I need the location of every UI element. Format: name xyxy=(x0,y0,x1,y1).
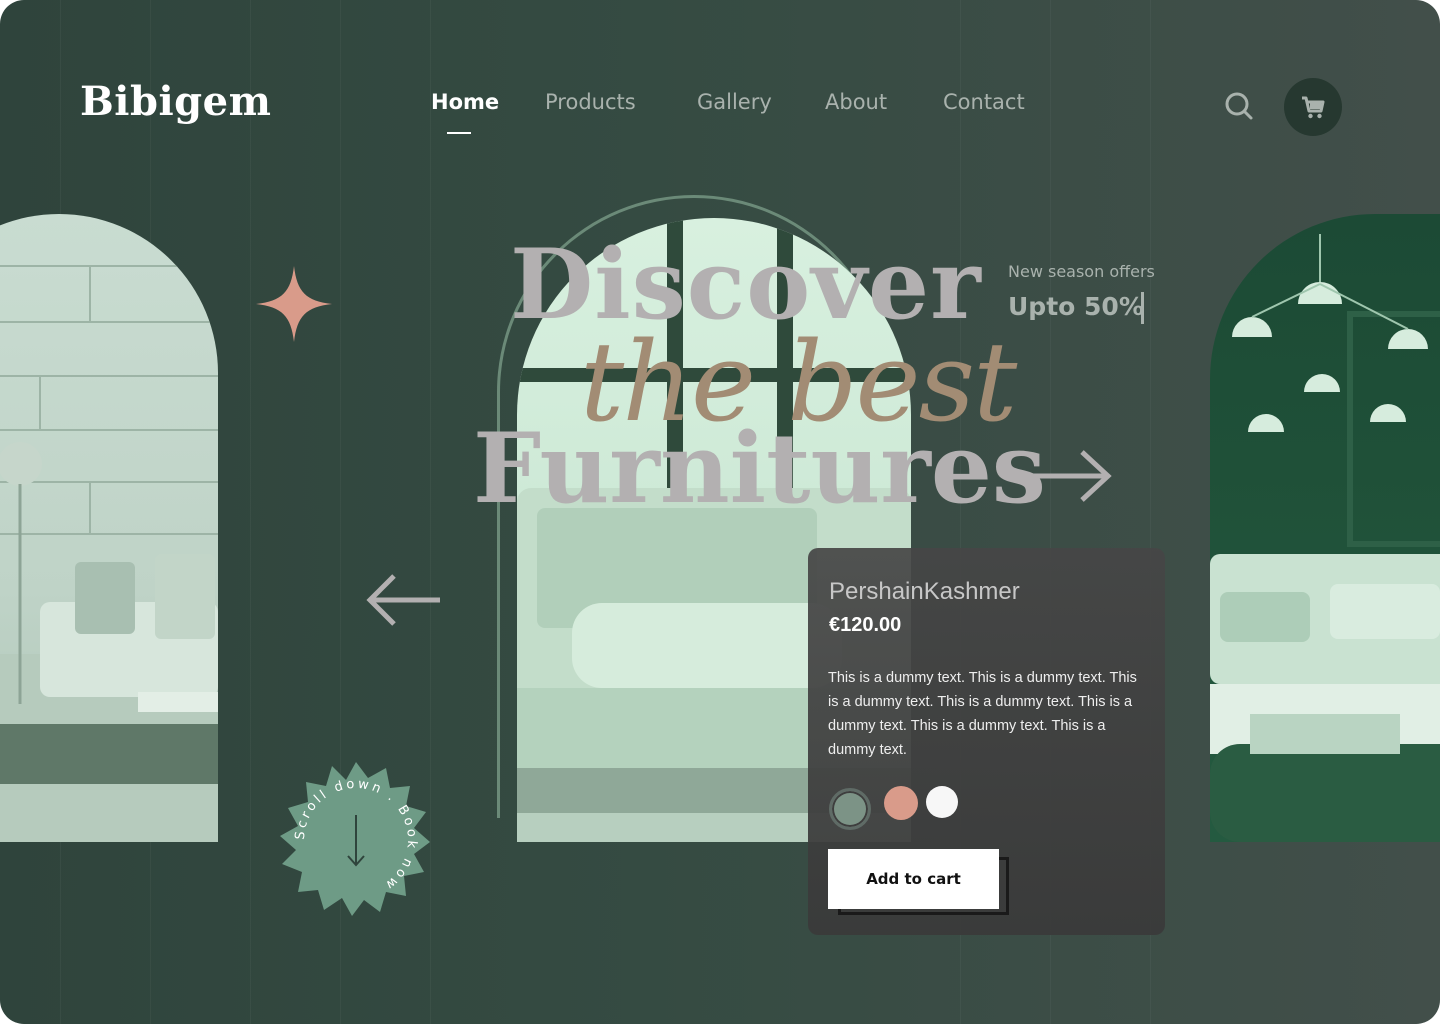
nav-item-about[interactable]: About xyxy=(825,90,887,114)
product-description: This is a dummy text. This is a dummy te… xyxy=(828,670,1137,758)
scroll-down-badge[interactable]: Scroll down . Book now xyxy=(276,760,436,920)
headline-furnitures: Furnitures xyxy=(473,412,1046,525)
wall-line xyxy=(250,0,251,1024)
lounge-image xyxy=(1210,214,1440,842)
nav-item-home[interactable]: Home xyxy=(431,90,499,114)
product-name: PershainKashmer xyxy=(829,578,1020,605)
product-card: PershainKashmer €120.00 This is a dummy … xyxy=(808,548,1165,935)
nav-item-products[interactable]: Products xyxy=(545,90,636,114)
nav-item-gallery[interactable]: Gallery xyxy=(697,90,772,114)
search-button[interactable] xyxy=(1219,86,1259,126)
offer-label: New season offers xyxy=(1008,262,1155,281)
cart-icon xyxy=(1302,96,1325,119)
color-swatch-white[interactable] xyxy=(926,786,958,818)
search-icon xyxy=(1225,92,1253,120)
add-to-cart-button[interactable]: Add to cart xyxy=(828,849,999,909)
page-frame: Bibigem Home Products Gallery About Cont… xyxy=(0,0,1440,1024)
offer-value: Upto 50% xyxy=(1008,292,1144,321)
offer-divider xyxy=(1141,292,1144,324)
color-swatch-peach[interactable] xyxy=(884,786,918,820)
cart-button[interactable] xyxy=(1284,78,1342,136)
nav-item-contact[interactable]: Contact xyxy=(943,90,1025,114)
arrow-left-icon[interactable] xyxy=(366,572,444,628)
color-swatch-sage[interactable] xyxy=(829,788,871,830)
arrow-right-icon[interactable] xyxy=(1022,448,1112,504)
nav-active-indicator xyxy=(447,132,471,134)
sparkle-icon xyxy=(256,266,332,342)
brand-logo[interactable]: Bibigem xyxy=(80,78,271,125)
living-room-image xyxy=(0,214,218,842)
product-price: €120.00 xyxy=(829,614,902,636)
